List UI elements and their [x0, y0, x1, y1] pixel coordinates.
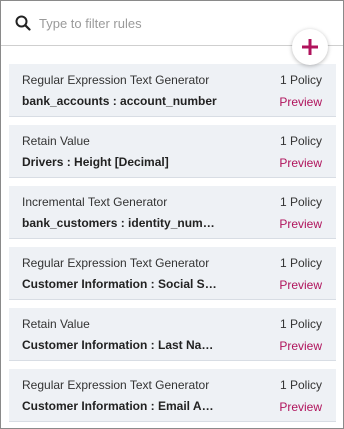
- rule-name: Regular Expression Text Generator: [22, 73, 210, 87]
- plus-icon: [302, 39, 318, 55]
- rule-card[interactable]: Incremental Text Generator bank_customer…: [9, 186, 336, 239]
- search-input[interactable]: [39, 11, 319, 35]
- rule-preview-link[interactable]: Preview: [279, 339, 322, 353]
- rule-target: Customer Information : Last Name: [22, 338, 217, 352]
- rule-policy-count: 1 Policy: [279, 134, 322, 148]
- add-rule-button[interactable]: [292, 29, 328, 65]
- rule-target: Customer Information : Social Security N…: [22, 277, 217, 291]
- rule-preview-link[interactable]: Preview: [279, 156, 322, 170]
- rule-target: bank_accounts : account_number: [22, 94, 217, 108]
- rule-card[interactable]: Regular Expression Text Generator bank_a…: [9, 64, 336, 117]
- rule-preview-link[interactable]: Preview: [279, 400, 322, 414]
- rule-name: Retain Value: [22, 317, 90, 331]
- rules-panel: Regular Expression Text Generator bank_a…: [0, 0, 344, 429]
- rule-policy-count: 1 Policy: [279, 73, 322, 87]
- rule-target: Customer Information : Email Address: [22, 399, 217, 413]
- rule-target: bank_customers : identity_number: [22, 216, 217, 230]
- search-icon: [15, 15, 31, 31]
- rule-card[interactable]: Retain Value Drivers : Height [Decimal] …: [9, 125, 336, 178]
- rule-preview-link[interactable]: Preview: [279, 217, 322, 231]
- search-bar: [1, 1, 343, 46]
- rule-name: Regular Expression Text Generator: [22, 378, 210, 392]
- rule-name: Regular Expression Text Generator: [22, 256, 210, 270]
- rule-card[interactable]: Regular Expression Text Generator Custom…: [9, 369, 336, 422]
- rule-name: Retain Value: [22, 134, 90, 148]
- rule-preview-link[interactable]: Preview: [279, 95, 322, 109]
- rule-target: Drivers : Height [Decimal]: [22, 155, 169, 169]
- rule-card[interactable]: Retain Value Customer Information : Last…: [9, 308, 336, 361]
- rule-policy-count: 1 Policy: [279, 317, 322, 331]
- rule-card[interactable]: Regular Expression Text Generator Custom…: [9, 247, 336, 300]
- rule-preview-link[interactable]: Preview: [279, 278, 322, 292]
- rule-policy-count: 1 Policy: [279, 378, 322, 392]
- rule-list: Regular Expression Text Generator bank_a…: [9, 64, 336, 428]
- rule-policy-count: 1 Policy: [279, 195, 322, 209]
- rule-policy-count: 1 Policy: [279, 256, 322, 270]
- rule-name: Incremental Text Generator: [22, 195, 168, 209]
